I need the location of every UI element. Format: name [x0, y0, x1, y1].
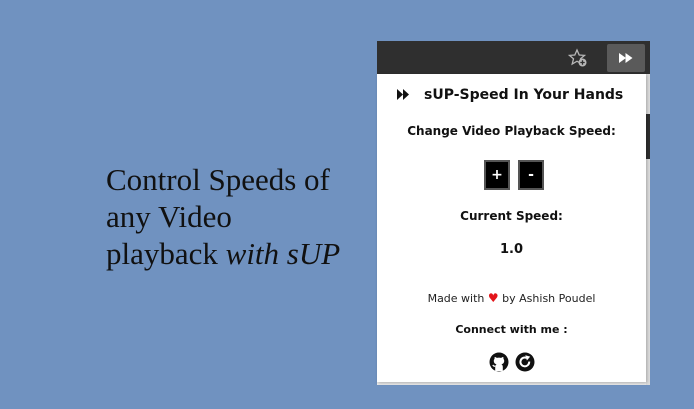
- promo-text: Control Speeds of any Video playback wit…: [106, 161, 366, 272]
- github-icon[interactable]: [489, 352, 509, 372]
- decrease-speed-button[interactable]: -: [518, 160, 544, 190]
- current-speed-label: Current Speed:: [460, 209, 563, 223]
- credits-prefix: Made with: [427, 292, 485, 305]
- promo-line-3-text: playback: [106, 236, 218, 271]
- bookmark-star-icon[interactable]: [567, 48, 588, 68]
- fast-forward-icon: [619, 53, 633, 63]
- promo-line-3-italic: with sUP: [225, 236, 341, 271]
- refresh-icon[interactable]: [515, 352, 535, 372]
- credits-suffix: by Ashish Poudel: [502, 292, 596, 305]
- popup-header: sUP-Speed In Your Hands: [397, 85, 623, 104]
- heart-icon: ♥: [487, 291, 499, 305]
- current-speed-value: 1.0: [499, 242, 524, 257]
- extension-popup: sUP-Speed In Your Hands Change Video Pla…: [377, 74, 646, 382]
- sup-extension-button[interactable]: [607, 44, 645, 72]
- social-icons: [489, 352, 535, 372]
- connect-label: Connect with me :: [455, 323, 568, 336]
- browser-window: sUP-Speed In Your Hands Change Video Pla…: [377, 41, 650, 385]
- popup-title: sUP-Speed In Your Hands: [424, 86, 624, 103]
- promo-line-2: any Video: [106, 199, 232, 234]
- playback-speed-heading: Change Video Playback Speed:: [407, 124, 616, 138]
- browser-toolbar: [377, 41, 650, 74]
- background-page: [646, 74, 650, 385]
- credits: Made with ♥ by Ashish Poudel: [377, 291, 646, 305]
- promo-line-3: playback with sUP: [106, 235, 366, 272]
- promo-line-1: Control Speeds of: [106, 162, 330, 197]
- increase-speed-button[interactable]: +: [484, 160, 510, 190]
- fast-forward-icon: [397, 85, 410, 104]
- background-page-strip: [646, 114, 650, 159]
